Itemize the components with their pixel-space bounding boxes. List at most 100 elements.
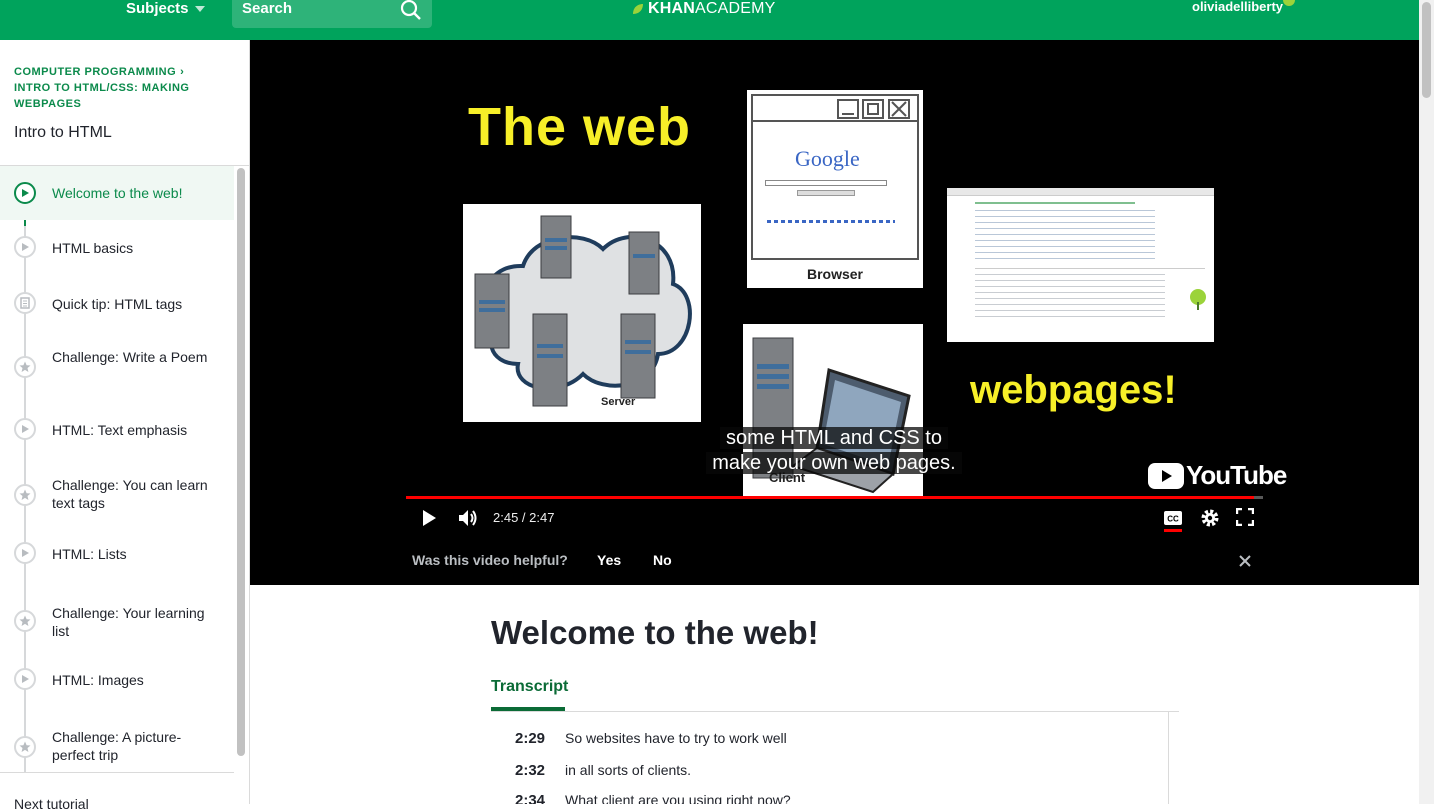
play-icon bbox=[14, 542, 36, 564]
page-title: Welcome to the web! bbox=[491, 614, 819, 651]
breadcrumb-course-link[interactable]: COMPUTER PROGRAMMING bbox=[14, 66, 176, 78]
transcript-timestamp[interactable]: 2:29 bbox=[515, 730, 545, 747]
khan-tree-icon bbox=[1190, 289, 1206, 310]
breadcrumb-unit-link[interactable]: INTRO TO HTML/CSS: MAKING WEBPAGES bbox=[14, 82, 189, 110]
article-icon bbox=[14, 292, 36, 314]
khan-academy-logo[interactable]: KHAN ACADEMY bbox=[632, 0, 776, 18]
search-input[interactable]: Search bbox=[242, 0, 292, 17]
chevron-down-icon bbox=[194, 6, 205, 13]
play-icon[interactable] bbox=[420, 508, 438, 528]
search-icon[interactable] bbox=[400, 0, 422, 21]
transcript-timestamp[interactable]: 2:32 bbox=[515, 762, 545, 779]
slide-title: The web bbox=[468, 97, 692, 157]
feedback-no-button[interactable]: No bbox=[653, 552, 672, 568]
window-controls-icon bbox=[837, 99, 910, 119]
transcript-text: So websites have to try to work well bbox=[565, 730, 787, 746]
webpage-screenshot-illustration bbox=[947, 188, 1214, 342]
video-progress-bar[interactable] bbox=[406, 496, 1263, 499]
sidebar-item-welcome-to-the-web[interactable]: Welcome to the web! bbox=[0, 166, 234, 220]
server-illustration: Server bbox=[463, 204, 701, 422]
page-scrollbar-thumb[interactable] bbox=[1422, 2, 1431, 98]
sidebar-item-html-basics[interactable]: HTML basics bbox=[0, 220, 234, 276]
feedback-question: Was this video helpful? bbox=[412, 552, 568, 568]
star-icon bbox=[14, 736, 36, 758]
tutorial-title: Intro to HTML bbox=[14, 124, 112, 141]
tab-transcript[interactable]: Transcript bbox=[491, 678, 568, 696]
browser-window: Google bbox=[751, 94, 919, 260]
sidebar-item-challenge-you-can-learn-text-tags[interactable]: Challenge: You can learn text tags bbox=[0, 456, 234, 528]
search-field-illustration bbox=[765, 180, 887, 186]
youtube-logo[interactable]: YouTube bbox=[1148, 460, 1287, 491]
video-feedback-bar: Was this video helpful? Yes No bbox=[250, 537, 1419, 585]
server-label: Server bbox=[601, 396, 636, 408]
browser-illustration: Google Browser bbox=[747, 90, 923, 288]
sidebar-item-label: Challenge: You can learn text tags bbox=[52, 477, 208, 511]
caption-line-2: make your own web pages. bbox=[706, 452, 962, 474]
video-progress-fill bbox=[406, 496, 1255, 499]
sidebar-item-challenge-write-a-poem[interactable]: Challenge: Write a Poem bbox=[0, 330, 234, 402]
browser-label: Browser bbox=[806, 266, 864, 282]
fullscreen-icon[interactable] bbox=[1236, 508, 1254, 526]
youtube-play-icon bbox=[1148, 462, 1184, 489]
next-tutorial-link[interactable]: Next tutorial bbox=[14, 796, 89, 812]
settings-gear-icon[interactable] bbox=[1200, 508, 1220, 528]
sidebar-item-label: Challenge: A picture-perfect trip bbox=[52, 729, 182, 763]
sidebar-item-challenge-a-picture-perfect-trip[interactable]: Challenge: A picture-perfect trip bbox=[0, 708, 234, 772]
caption-line-1: some HTML and CSS to bbox=[719, 427, 948, 449]
sidebar-item-html-text-emphasis[interactable]: HTML: Text emphasis bbox=[0, 402, 234, 456]
tutorial-item-list: Welcome to the web! HTML basics Quick ti… bbox=[0, 166, 234, 772]
sidebar-item-challenge-your-learning-list[interactable]: Challenge: Your learning list bbox=[0, 582, 234, 654]
closed-captions-icon[interactable]: CC bbox=[1163, 510, 1183, 526]
subjects-menu-button[interactable]: Subjects bbox=[126, 0, 205, 18]
sidebar-item-label: Challenge: Your learning list bbox=[52, 605, 205, 639]
transcript-text: in all sorts of clients. bbox=[565, 762, 692, 778]
sidebar-scrollbar[interactable] bbox=[236, 168, 246, 756]
play-icon bbox=[14, 182, 36, 204]
sidebar-item-quick-tip-html-tags[interactable]: Quick tip: HTML tags bbox=[0, 276, 234, 330]
top-nav-bar: Subjects Search KHAN ACADEMY oliviadellib… bbox=[0, 0, 1419, 40]
youtube-label: YouTube bbox=[1186, 460, 1287, 490]
sidebar-item-label: Challenge: Write a Poem bbox=[52, 349, 208, 365]
transcript-timestamp[interactable]: 2:34 bbox=[515, 792, 545, 804]
sidebar-item-label: Welcome to the web! bbox=[52, 185, 183, 201]
star-icon bbox=[14, 356, 36, 378]
close-icon[interactable] bbox=[1238, 554, 1252, 568]
sidebar-item-html-images[interactable]: HTML: Images bbox=[0, 654, 234, 708]
chevron-right-icon: › bbox=[180, 66, 185, 78]
cc-active-indicator bbox=[1164, 529, 1182, 532]
volume-icon[interactable] bbox=[457, 508, 479, 528]
video-player[interactable]: The web Server Google Browser Client web… bbox=[250, 40, 1419, 537]
link-row-illustration bbox=[767, 220, 895, 223]
sidebar-item-label: Quick tip: HTML tags bbox=[52, 296, 183, 312]
user-menu[interactable]: oliviadelliberty bbox=[1192, 0, 1283, 14]
feedback-yes-button[interactable]: Yes bbox=[597, 552, 621, 568]
sidebar-item-html-lists[interactable]: HTML: Lists bbox=[0, 528, 234, 582]
tutorial-sidebar: COMPUTER PROGRAMMING › INTRO TO HTML/CSS:… bbox=[0, 40, 250, 812]
sidebar-item-label: HTML: Images bbox=[52, 672, 144, 688]
video-caption: some HTML and CSS to make your own web p… bbox=[696, 426, 972, 476]
search-buttons-illustration bbox=[797, 190, 855, 196]
play-icon bbox=[14, 668, 36, 690]
page-scrollbar[interactable] bbox=[1419, 0, 1434, 804]
search-box[interactable]: Search bbox=[232, 0, 432, 28]
subjects-label: Subjects bbox=[126, 0, 189, 17]
svg-text:CC: CC bbox=[1167, 515, 1179, 524]
sidebar-item-label: HTML: Text emphasis bbox=[52, 422, 188, 438]
sidebar-scrollbar-thumb[interactable] bbox=[237, 168, 245, 756]
google-logo: Google bbox=[795, 146, 860, 171]
sidebar-item-label: HTML: Lists bbox=[52, 546, 127, 562]
slide-subtitle: webpages! bbox=[970, 368, 1177, 412]
breadcrumb: COMPUTER PROGRAMMING › INTRO TO HTML/CSS:… bbox=[14, 64, 236, 112]
play-icon bbox=[14, 418, 36, 440]
browser-titlebar bbox=[753, 96, 917, 122]
video-controls: 2:45 / 2:47 CC bbox=[250, 502, 1419, 536]
leaf-icon bbox=[633, 4, 643, 14]
logo-text-bold: KHAN bbox=[648, 0, 696, 17]
video-time: 2:45 / 2:47 bbox=[493, 510, 555, 525]
sidebar-item-label: HTML basics bbox=[52, 240, 134, 256]
avatar-badge bbox=[1283, 0, 1295, 6]
star-icon bbox=[14, 484, 36, 506]
transcript-text: What client are you using right now? bbox=[565, 792, 791, 804]
transcript-panel[interactable]: 2:29 So websites have to try to work wel… bbox=[491, 712, 1169, 804]
divider bbox=[0, 772, 234, 773]
